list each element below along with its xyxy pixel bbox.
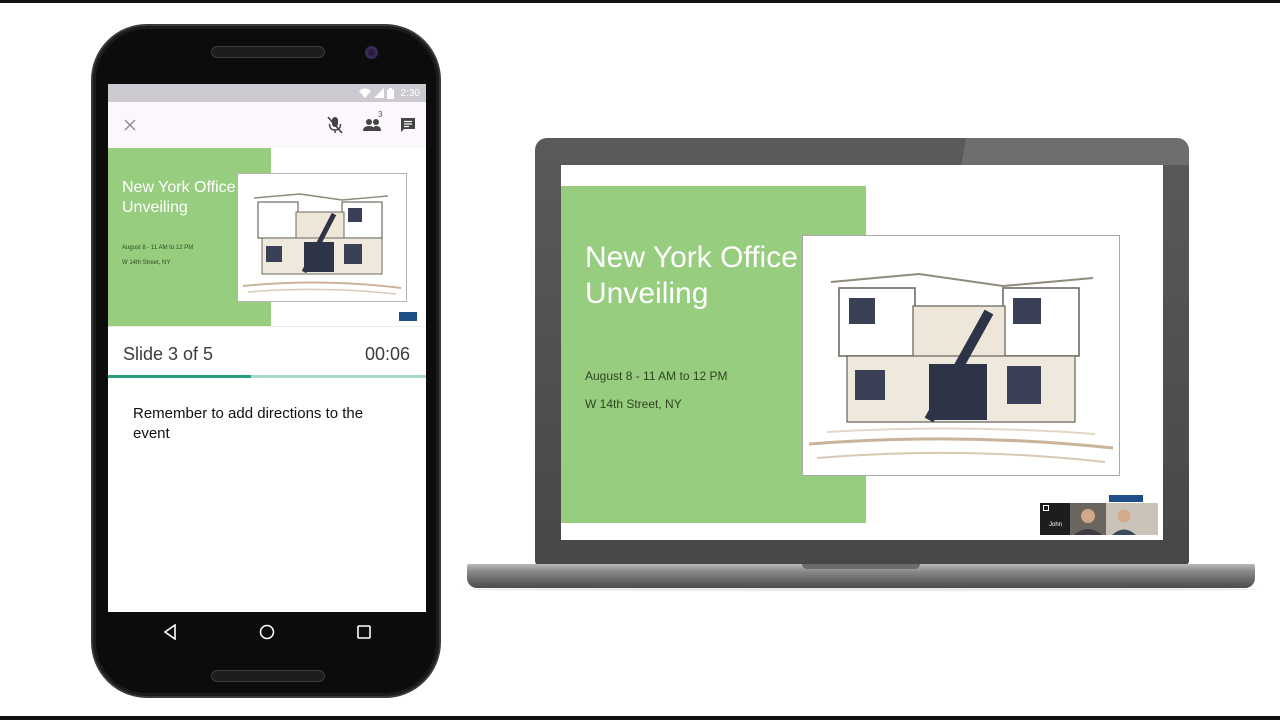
android-nav-bar: [108, 612, 426, 652]
recents-button[interactable]: [352, 620, 376, 644]
frame-top-border: [0, 0, 1280, 3]
slide-address: W 14th Street, NY: [122, 260, 171, 266]
people-icon: [363, 119, 381, 131]
laptop-building-sketch-image: [802, 235, 1120, 476]
back-icon: [163, 624, 176, 640]
frame-bottom-border: [0, 716, 1280, 720]
phone-device: 2:30 3 New York Office Unveiling August …: [91, 24, 441, 698]
slide-progress-fill: [108, 375, 252, 378]
video-tile-participant-3[interactable]: [1106, 503, 1158, 535]
lid-reflection: [935, 138, 1189, 165]
slide-title: New York Office Unveiling: [122, 179, 236, 216]
current-slide-thumbnail[interactable]: New York Office Unveiling August 8 - 11 …: [108, 148, 426, 326]
camera-icon: [1043, 505, 1049, 511]
laptop-shadow: [460, 588, 1260, 591]
participant-avatar: [1112, 509, 1136, 535]
phone-screen: 2:30 3 New York Office Unveiling August …: [108, 84, 426, 612]
close-button[interactable]: [117, 112, 143, 138]
close-icon: [124, 119, 136, 131]
presentation-timer: 00:06: [364, 344, 410, 364]
laptop-company-logo: [1109, 495, 1143, 502]
participant-avatar: [1074, 509, 1102, 535]
laptop-slide-address: W 14th Street, NY: [585, 397, 682, 411]
phone-camera: [365, 46, 378, 59]
video-call-strip[interactable]: John: [1040, 503, 1158, 535]
status-bar: 2:30: [108, 84, 426, 102]
slide-counter: Slide 3 of 5: [123, 344, 214, 364]
participant-name: John: [1049, 522, 1063, 528]
status-time: 2:30: [400, 87, 420, 99]
battery-icon: [386, 87, 394, 99]
chat-icon: [401, 118, 415, 132]
building-sketch-image: [237, 173, 407, 302]
mic-off-icon: [327, 116, 343, 134]
recents-icon: [357, 625, 371, 639]
laptop-hinge-notch: [802, 564, 920, 569]
laptop-base: [467, 564, 1255, 588]
slide-date: August 8 - 11 AM to 12 PM: [122, 245, 194, 251]
laptop-screen: New York Office Unveiling August 8 - 11 …: [561, 165, 1163, 540]
company-logo: [399, 312, 417, 321]
laptop-lid: New York Office Unveiling August 8 - 11 …: [535, 138, 1189, 565]
home-button[interactable]: [255, 620, 279, 644]
back-button[interactable]: [158, 620, 182, 644]
mute-microphone-button[interactable]: [322, 112, 348, 138]
wifi-icon: [358, 88, 371, 98]
presenter-toolbar: 3: [108, 102, 426, 148]
questions-button[interactable]: [395, 112, 421, 138]
phone-speaker: [211, 670, 325, 682]
video-tile-john[interactable]: John: [1040, 503, 1070, 535]
video-tile-participant-2[interactable]: [1070, 503, 1106, 535]
home-icon: [259, 624, 275, 640]
signal-icon: [373, 88, 384, 98]
slide-info-bar: Slide 3 of 5 00:06: [108, 326, 426, 380]
speaker-notes: Remember to add directions to the event: [133, 405, 364, 442]
audience-count: 3: [378, 110, 383, 119]
phone-earpiece: [211, 46, 325, 58]
slide-progress-bar: [108, 375, 426, 378]
laptop-slide-date: August 8 - 11 AM to 12 PM: [585, 369, 728, 383]
